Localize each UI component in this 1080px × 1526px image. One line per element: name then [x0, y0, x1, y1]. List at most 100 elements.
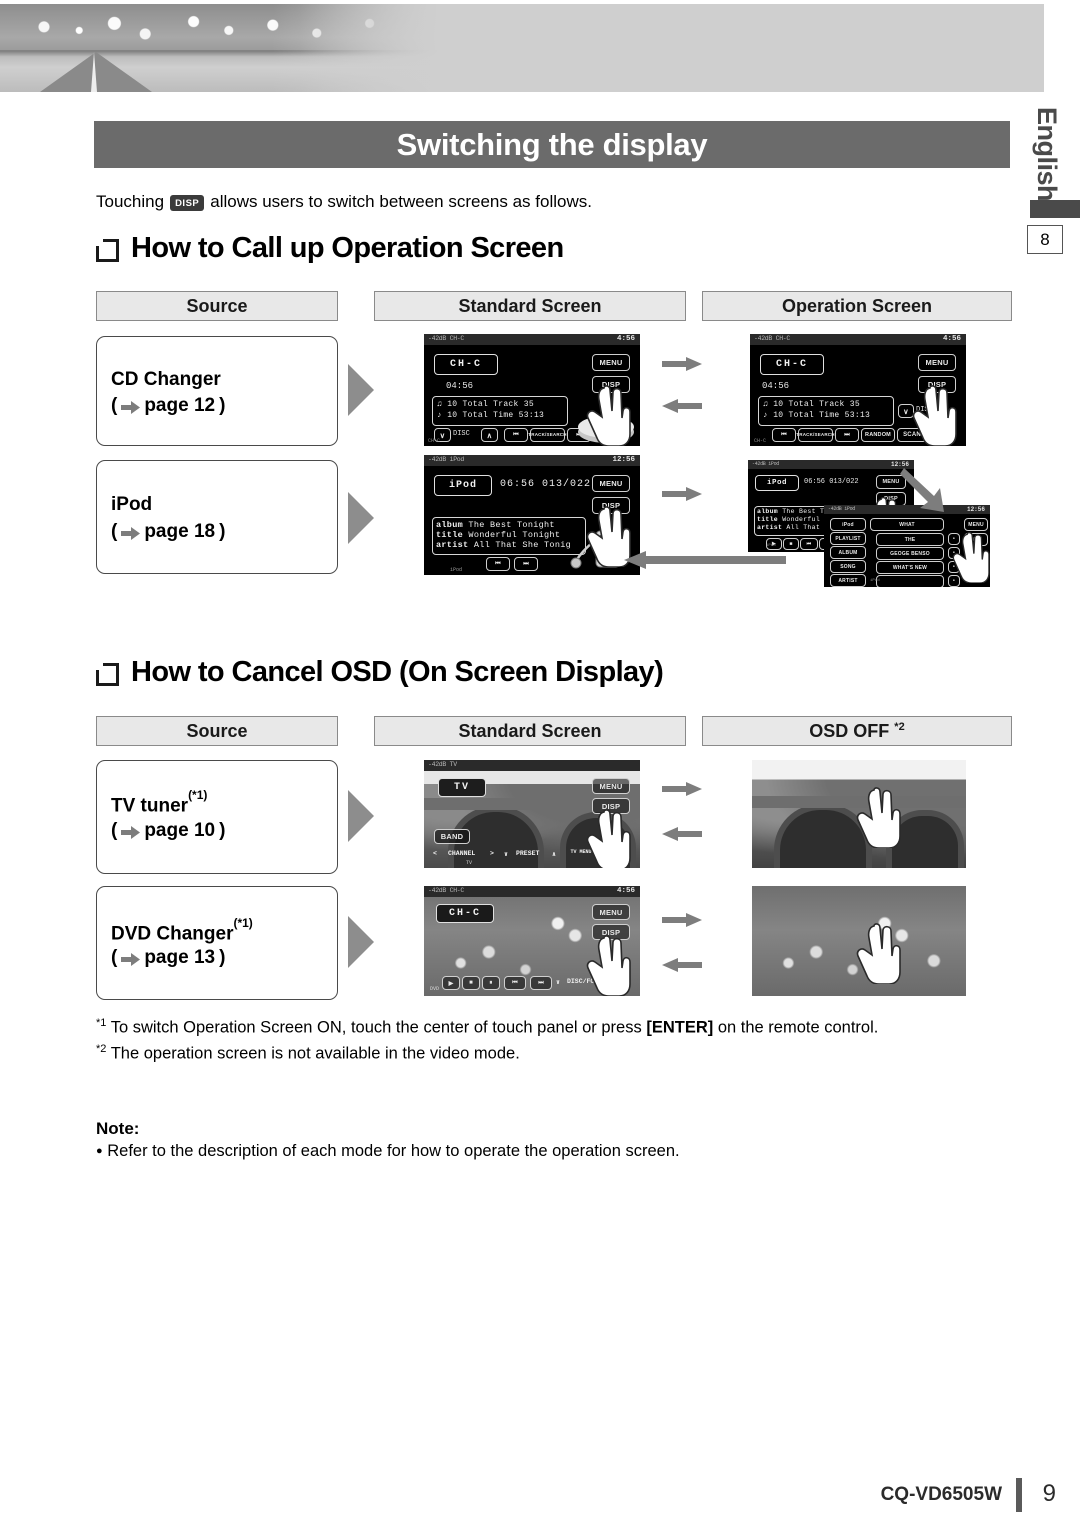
- source-box-ipod: iPod ( page 18): [96, 460, 338, 574]
- flow-triangle-tv: [348, 790, 374, 842]
- info-0-label: Total Track: [462, 400, 519, 409]
- screen-prev-button[interactable]: ⏮: [504, 976, 526, 990]
- note-item-0: ● Refer to the description of each mode …: [96, 1142, 680, 1161]
- screen-footer-label: TV: [466, 860, 473, 866]
- page-arrow-icon: [121, 952, 141, 966]
- screen-stop-button[interactable]: ■: [783, 538, 799, 550]
- screen-random-button[interactable]: RANDOM: [861, 428, 895, 442]
- screen-next-button[interactable]: ⏭: [835, 428, 859, 442]
- flow-arrow-left-long-2: [624, 551, 786, 569]
- screen-list-header: WHAT: [870, 518, 944, 531]
- language-tab: English: [1032, 106, 1062, 201]
- touch-hand-icon: [844, 786, 906, 848]
- screen-source-id: -42dB CH-C: [754, 335, 791, 342]
- screen-menu-button[interactable]: MENU: [592, 475, 630, 492]
- paren-open: (: [111, 521, 118, 542]
- screen-disc-up-button[interactable]: ∧: [481, 428, 498, 442]
- square-bullet-icon: [96, 239, 119, 262]
- info-0-label: Total Track: [788, 400, 845, 409]
- screen-channel-prev[interactable]: <: [433, 850, 437, 857]
- info-2-value: All That She Tonig: [473, 540, 572, 550]
- note-bullet-icon: ●: [96, 1145, 103, 1157]
- touch-hand-icon: [900, 384, 962, 446]
- source-label-marker: (*1): [188, 788, 208, 802]
- paren-open: (: [111, 947, 118, 968]
- source-box-tv-tuner: TV tuner(*1) ( page 10): [96, 760, 338, 874]
- chapter-marker-bar: [1030, 200, 1080, 218]
- info-0-value: The Best Tonight: [468, 520, 555, 530]
- screen-next-button[interactable]: ⏭: [530, 976, 552, 990]
- info-0-value: 35: [849, 400, 860, 409]
- page-number-text: page 10: [144, 820, 216, 841]
- col-header-operation-1: Operation Screen: [702, 291, 1012, 321]
- screen-info-panel: ♫ 10 Total Track 35 ♪ 10 Total Time 53:1…: [432, 396, 568, 426]
- screen-footer-label: DVD: [430, 986, 440, 992]
- info-2-label: artist: [436, 540, 469, 550]
- screen-preset-down[interactable]: ∨: [504, 850, 508, 858]
- touch-hand-icon: [942, 531, 990, 583]
- touch-hand-icon: [574, 808, 636, 868]
- source-page-ref-dvd-changer: ( page 13): [111, 947, 225, 969]
- screen-prev-button[interactable]: ⏮: [800, 538, 818, 550]
- screen-band-button[interactable]: BAND: [434, 829, 470, 844]
- screen-prev-button[interactable]: ⏮: [772, 428, 796, 442]
- screen-prev-button[interactable]: ⏮: [504, 428, 528, 442]
- page-number-text: page 13: [144, 947, 216, 968]
- footnote-2: *2 The operation screen is not available…: [96, 1043, 520, 1064]
- paren-close: ): [219, 820, 226, 841]
- screen-ipod-menu-2[interactable]: ALBUM: [830, 546, 866, 559]
- section-heading-1-text: How to Call up Operation Screen: [131, 232, 564, 264]
- screen-play-button[interactable]: ▶: [442, 976, 460, 990]
- screen-menu-button[interactable]: MENU: [592, 904, 630, 920]
- screen-ipod-menu-1[interactable]: PLAYLIST: [830, 532, 866, 545]
- screen-footer-label: iPod: [870, 579, 880, 583]
- info-1-num: 10: [773, 411, 784, 420]
- screen-clock: 12:56: [966, 506, 985, 513]
- note-item-0-text: Refer to the description of each mode fo…: [107, 1142, 680, 1160]
- info-row-0: ♫ 10 Total Track 35: [763, 400, 860, 409]
- info-1-value: 53:13: [518, 411, 545, 420]
- footnote-1-text-after: on the remote control.: [713, 1018, 879, 1037]
- screen-clock: 4:56: [616, 887, 635, 895]
- screen-source-id: -42dB iPod: [752, 461, 780, 467]
- screen-disc-label: DISC: [453, 430, 470, 438]
- chapter-number-box: 8: [1027, 225, 1063, 254]
- screen-menu-button[interactable]: MENU: [964, 518, 988, 531]
- source-box-cd-changer: CD Changer ( page 12): [96, 336, 338, 446]
- screen-dvd-osd-off: [752, 886, 966, 996]
- screen-track-search-button[interactable]: TRACK/SEARCH: [528, 428, 567, 442]
- screen-list-item-1[interactable]: GEOGE BENSO: [876, 547, 944, 560]
- screen-menu-button[interactable]: MENU: [592, 354, 630, 371]
- info-0-label: album: [436, 520, 464, 530]
- screen-menu-button[interactable]: MENU: [592, 778, 630, 794]
- section-heading-2-text: How to Cancel OSD (On Screen Display): [131, 656, 664, 688]
- screen-list-item-0[interactable]: THE: [876, 533, 944, 546]
- flow-triangle-ipod: [348, 492, 374, 544]
- footnote-1-text-before: To switch Operation Screen ON, touch the…: [110, 1018, 647, 1037]
- footer-model-name: CQ-VD6505W: [880, 1484, 1002, 1505]
- screen-prev-button[interactable]: ⏮: [486, 557, 510, 571]
- screen-ipod-menu-4[interactable]: ARTIST: [830, 574, 866, 587]
- screen-list-item-2[interactable]: WHAT'S NEW: [876, 561, 944, 574]
- screen-pause-button[interactable]: ⏸: [482, 976, 500, 990]
- screen-next-button[interactable]: ⏭: [514, 557, 538, 571]
- screen-preset-up[interactable]: ∧: [552, 850, 556, 858]
- screen-footer-label: iPod: [450, 567, 463, 573]
- col-header-source-1: Source: [96, 291, 338, 321]
- screen-ipod-menu-0[interactable]: iPod: [830, 518, 866, 531]
- page-number-text: page 12: [144, 395, 216, 416]
- screen-track-search-button[interactable]: TRACK/SEARCH: [796, 428, 835, 442]
- square-bullet-icon: [96, 663, 119, 686]
- info-1-label: Total Time: [462, 411, 514, 420]
- source-label-marker: (*1): [233, 916, 253, 930]
- source-page-ref-tv-tuner: ( page 10): [111, 820, 225, 842]
- screen-elapsed-time: 04:56: [446, 381, 474, 391]
- screen-stop-button[interactable]: ■: [462, 976, 480, 990]
- screen-menu-button[interactable]: MENU: [918, 354, 956, 371]
- screen-source-id: -42dB iPod: [828, 506, 856, 512]
- screen-channel-next[interactable]: >: [490, 850, 494, 857]
- screen-disc-down-button[interactable]: ∨: [556, 978, 560, 986]
- screen-ipod-menu-3[interactable]: SONG: [830, 560, 866, 573]
- screen-list-item-3[interactable]: [876, 575, 944, 587]
- flow-arrow-right-2: [662, 487, 702, 501]
